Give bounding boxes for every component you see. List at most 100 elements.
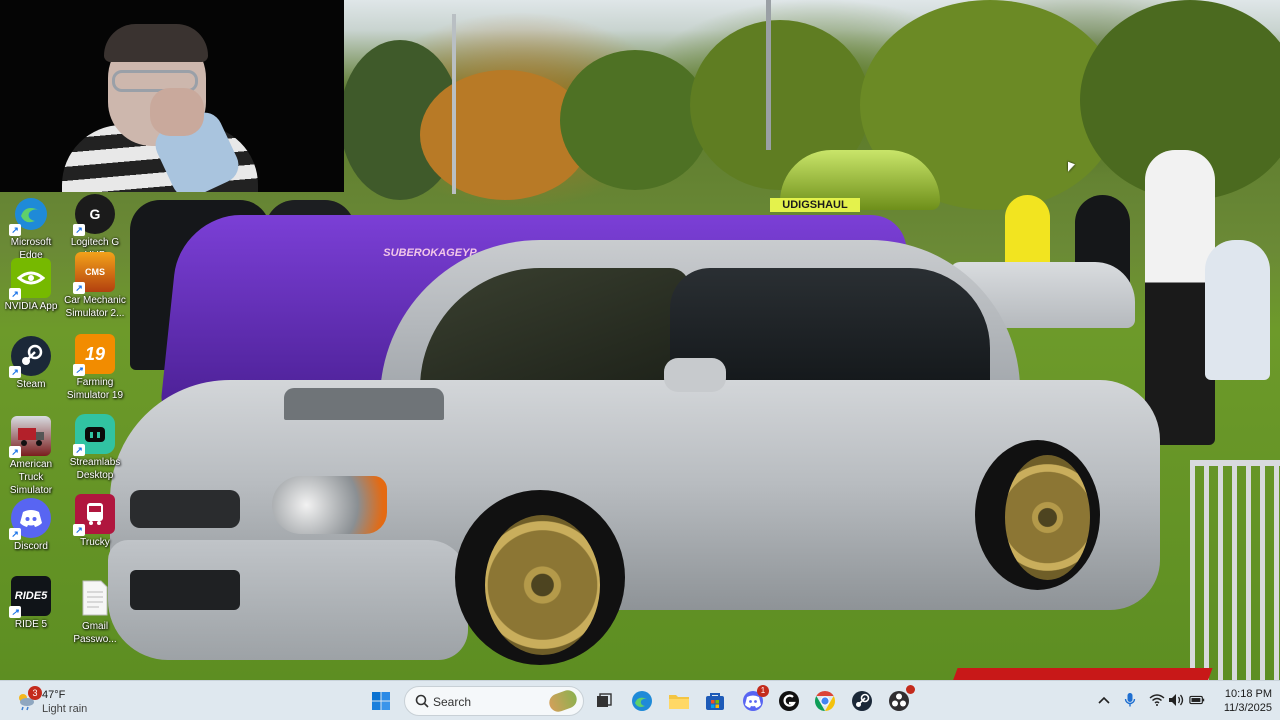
rear-rim xyxy=(1005,455,1090,580)
desktop-icon-microsoft-edge[interactable]: ↗ Microsoft Edge xyxy=(0,194,64,262)
desktop-icon-label: Discord xyxy=(14,541,48,552)
search-icon xyxy=(415,694,429,708)
desktop-icon-label: Car Mechanic Simulator 2... xyxy=(64,295,126,319)
desktop-icon-label: Farming Simulator 19 xyxy=(66,377,124,401)
shortcut-arrow-icon: ↗ xyxy=(9,446,21,458)
ride5-icon: RIDE5 ↗ xyxy=(9,576,51,618)
recording-indicator xyxy=(906,685,915,694)
text-document-icon xyxy=(75,578,115,618)
car-headlight xyxy=(272,476,387,534)
car-mechanic-simulator-icon: CMS ↗ xyxy=(73,252,115,294)
desktop-icon-label: Steam xyxy=(16,379,46,390)
discord-notification-badge: 1 xyxy=(757,685,769,697)
weather-widget[interactable]: 3 47°F Light rain xyxy=(12,685,122,717)
edge-taskbar-button[interactable] xyxy=(628,687,656,715)
desktop-icon-label: RIDE 5 xyxy=(14,619,48,630)
task-view-button[interactable] xyxy=(590,687,618,715)
shortcut-arrow-icon: ↗ xyxy=(73,224,85,236)
shortcut-arrow-icon: ↗ xyxy=(73,282,85,294)
desktop-icon-label: NVIDIA App xyxy=(4,301,58,312)
shortcut-arrow-icon: ↗ xyxy=(9,224,21,236)
folder-icon xyxy=(669,695,689,709)
store-icon xyxy=(706,693,724,710)
obs-taskbar-button[interactable] xyxy=(885,685,915,715)
microphone-icon xyxy=(1124,693,1136,707)
steam-icon: ↗ xyxy=(9,336,51,378)
desktop-icon-label: Streamlabs Desktop xyxy=(69,457,121,481)
clock-date: 11/3/2025 xyxy=(1223,702,1272,714)
desktop-icon-label: Trucky xyxy=(80,537,110,548)
start-button[interactable] xyxy=(367,687,395,715)
wifi-tray-button[interactable] xyxy=(1149,692,1165,708)
weather-condition: Light rain xyxy=(42,703,88,715)
obs-icon xyxy=(889,691,909,711)
shortcut-arrow-icon: ↗ xyxy=(73,364,85,376)
car-grille xyxy=(130,490,240,528)
metal-fence xyxy=(1190,460,1280,680)
webcam-overlay xyxy=(0,0,344,192)
shortcut-arrow-icon: ↗ xyxy=(73,444,85,456)
desktop-icon-label: Gmail Passwo... xyxy=(73,621,117,645)
microsoft-store-taskbar-button[interactable] xyxy=(701,687,729,715)
front-rim xyxy=(485,515,600,655)
desktop-icon-gmail-passwords[interactable]: Gmail Passwo... xyxy=(62,578,128,646)
car-lower-grille xyxy=(130,570,240,610)
logitech-g-hub-icon: G ↗ xyxy=(73,194,115,236)
edge-icon xyxy=(632,691,652,711)
weather-temperature: 47°F xyxy=(42,689,66,701)
taskbar: 3 47°F Light rain Search 1 10:18 PM 11/3… xyxy=(0,680,1280,720)
search-label: Search xyxy=(433,695,472,709)
hood-scoop xyxy=(284,388,444,420)
weather-alert-badge: 3 xyxy=(28,686,42,700)
shortcut-arrow-icon: ↗ xyxy=(9,528,21,540)
shortcut-arrow-icon: ↗ xyxy=(9,606,21,618)
shortcut-arrow-icon: ↗ xyxy=(73,524,85,536)
discord-taskbar-button[interactable]: 1 xyxy=(739,685,769,715)
discord-icon: ↗ xyxy=(9,498,51,540)
webcam-person-hair xyxy=(104,24,208,62)
chrome-icon xyxy=(815,691,835,711)
photo-watermark xyxy=(952,668,1213,680)
search-highlight-icon xyxy=(546,687,580,715)
chrome-taskbar-button[interactable] xyxy=(811,687,839,715)
desktop-icon-farming-simulator[interactable]: 19 ↗ Farming Simulator 19 xyxy=(62,334,128,402)
taskbar-search-box[interactable]: Search xyxy=(404,686,584,716)
windows-icon xyxy=(372,692,390,710)
file-explorer-taskbar-button[interactable] xyxy=(665,687,693,715)
desktop-icon-car-mechanic-simulator[interactable]: CMS ↗ Car Mechanic Simulator 2... xyxy=(62,252,128,320)
nvidia-icon: ↗ xyxy=(9,258,51,300)
desktop-icon-streamlabs[interactable]: ↗ Streamlabs Desktop xyxy=(62,414,128,482)
streamlabs-icon: ↗ xyxy=(73,414,115,456)
american-truck-simulator-icon: ↗ xyxy=(9,416,51,458)
desktop-icon-steam[interactable]: ↗ Steam xyxy=(0,336,64,391)
farming-simulator-icon: 19 ↗ xyxy=(73,334,115,376)
show-hidden-icons-button[interactable] xyxy=(1096,692,1112,708)
speaker-icon xyxy=(1169,694,1184,706)
logitech-g-hub-icon xyxy=(779,691,799,711)
microphone-tray-button[interactable] xyxy=(1122,692,1138,708)
desktop-icon-nvidia-app[interactable]: ↗ NVIDIA App xyxy=(0,258,64,313)
wifi-icon xyxy=(1149,694,1165,706)
battery-icon xyxy=(1189,695,1205,705)
system-clock[interactable]: 10:18 PM 11/3/2025 xyxy=(1212,687,1272,715)
car-mirror xyxy=(664,358,726,392)
desktop-icon-discord[interactable]: ↗ Discord xyxy=(0,498,64,553)
steam-taskbar-button[interactable] xyxy=(848,687,876,715)
shortcut-arrow-icon: ↗ xyxy=(9,366,21,378)
task-view-icon xyxy=(597,693,612,707)
shortcut-arrow-icon: ↗ xyxy=(9,288,21,300)
mouse-cursor-icon xyxy=(1068,161,1075,175)
desktop-icon-trucky[interactable]: ↗ Trucky xyxy=(62,494,128,549)
logitech-taskbar-button[interactable] xyxy=(775,687,803,715)
desktop-icon-american-truck-simulator[interactable]: ↗ American Truck Simulator xyxy=(0,416,64,497)
volume-tray-button[interactable] xyxy=(1168,692,1184,708)
desktop-icon-ride5[interactable]: RIDE5 ↗ RIDE 5 xyxy=(0,576,64,631)
background-car-plate: UDIGSHAUL xyxy=(770,198,860,212)
battery-tray-button[interactable] xyxy=(1189,692,1205,708)
desktop-icon-label: American Truck Simulator xyxy=(9,459,53,496)
webcam-person-hand xyxy=(150,88,204,136)
clock-time: 10:18 PM xyxy=(1224,688,1272,700)
chevron-up-icon xyxy=(1098,696,1110,704)
trucky-icon: ↗ xyxy=(73,494,115,536)
edge-icon: ↗ xyxy=(9,194,51,236)
